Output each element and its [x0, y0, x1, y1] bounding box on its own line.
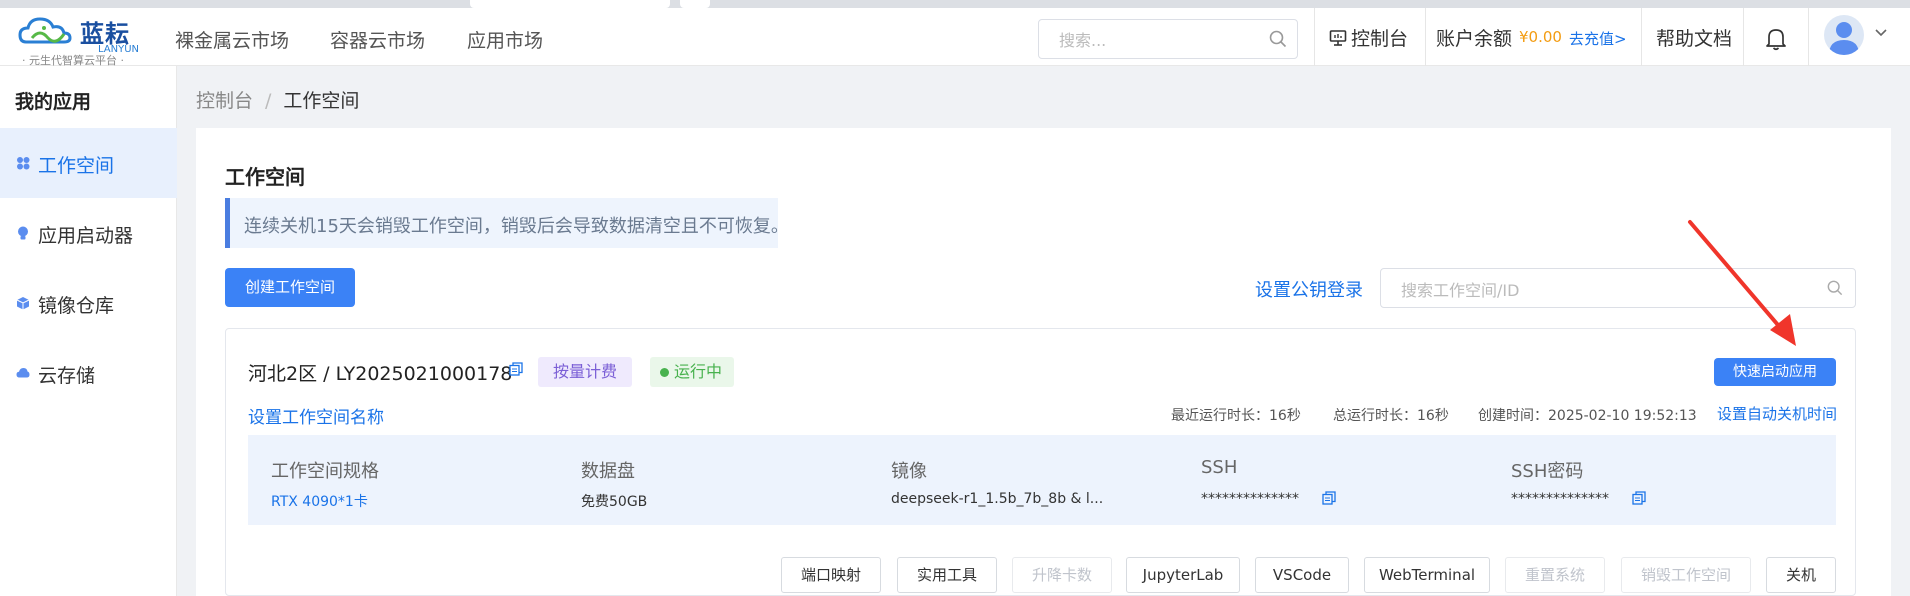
- billing-tag: 按量计费: [538, 357, 633, 387]
- status-dot-icon: [660, 368, 669, 377]
- global-search-input[interactable]: [1057, 28, 1261, 52]
- top-header: 蓝耘 LANYUN · 元生代智算云平台 · 裸金属云市场 容器云市场 应用市场…: [0, 0, 1910, 67]
- divider: [1743, 8, 1744, 66]
- port-mapping-button[interactable]: 端口映射: [781, 557, 881, 593]
- set-workspace-name-link[interactable]: 设置工作空间名称: [248, 403, 384, 428]
- bell-icon[interactable]: [1765, 27, 1787, 51]
- divider: [1641, 8, 1642, 66]
- recent-runtime: 最近运行时长：16秒: [1171, 408, 1301, 424]
- status-text: 运行中: [674, 362, 723, 381]
- quick-start-app-button[interactable]: 快速启动应用: [1714, 358, 1836, 386]
- ssh-password-label: SSH密码: [1511, 461, 1584, 482]
- notice-text: 连续关机15天会销毁工作空间，销毁后会导致数据清空且不可恢复。: [244, 216, 789, 237]
- create-workspace-button[interactable]: 创建工作空间: [225, 268, 355, 307]
- set-public-key-link[interactable]: 设置公钥登录: [1255, 276, 1363, 302]
- disk-label: 数据盘: [581, 461, 635, 482]
- workspace-card: 河北2区 / LY2025021000178 按量计费 运行中 快速启动应用 设…: [225, 328, 1856, 596]
- console-button[interactable]: 控制台: [1329, 24, 1408, 51]
- balance-amount: ¥0.00: [1519, 28, 1562, 46]
- sidebar-item-image-repo[interactable]: 镜像仓库: [0, 268, 177, 338]
- logo-cloud-icon: [18, 17, 72, 44]
- nav-bare-metal-market[interactable]: 裸金属云市场: [175, 26, 289, 53]
- sidebar-item-workspace[interactable]: 工作空间: [0, 128, 177, 198]
- ssh-value: **************: [1201, 491, 1299, 507]
- sidebar-item-label: 镜像仓库: [38, 295, 115, 317]
- cube-icon: [16, 297, 30, 310]
- breadcrumb-separator: /: [265, 90, 272, 112]
- workspace-icon: [17, 157, 30, 170]
- nav-app-market[interactable]: 应用市场: [467, 26, 543, 53]
- help-docs-link[interactable]: 帮助文档: [1656, 24, 1732, 51]
- sidebar-title: 我的应用: [15, 91, 92, 113]
- copy-icon[interactable]: [1632, 491, 1646, 505]
- destroy-workspace-button[interactable]: 销毁工作空间: [1621, 557, 1751, 593]
- image-label: 镜像: [891, 461, 927, 482]
- bulb-icon: [18, 226, 28, 240]
- global-search[interactable]: [1038, 19, 1298, 59]
- breadcrumb-console-link[interactable]: 控制台: [196, 90, 253, 112]
- scale-gpu-button[interactable]: 升降卡数: [1012, 557, 1112, 593]
- breadcrumb: 控制台 / 工作空间: [196, 86, 359, 113]
- jupyterlab-button[interactable]: JupyterLab: [1126, 557, 1240, 593]
- search-icon[interactable]: [1269, 30, 1287, 48]
- sidebar: 我的应用 工作空间 应用启动器 镜像仓库 云存储: [0, 66, 177, 596]
- ssh-password-value: **************: [1511, 491, 1609, 507]
- user-avatar-icon: [1829, 22, 1859, 55]
- divider: [1808, 8, 1809, 66]
- set-auto-shutdown-link[interactable]: 设置自动关机时间: [1717, 403, 1837, 424]
- browser-tab-strip: [0, 0, 1910, 8]
- ssh-label: SSH: [1201, 457, 1238, 478]
- vscode-button[interactable]: VSCode: [1255, 557, 1349, 593]
- browser-tab-close[interactable]: [680, 0, 710, 8]
- divider: [1425, 8, 1426, 66]
- spec-label: 工作空间规格: [271, 461, 379, 482]
- logo[interactable]: 蓝耘 LANYUN · 元生代智算云平台 ·: [18, 12, 139, 67]
- main-panel: 工作空间 连续关机15天会销毁工作空间，销毁后会导致数据清空且不可恢复。 创建工…: [196, 128, 1891, 596]
- copy-icon[interactable]: [1322, 491, 1336, 505]
- webterminal-button[interactable]: WebTerminal: [1364, 557, 1490, 593]
- created-time: 创建时间：2025-02-10 19:52:13: [1478, 408, 1697, 424]
- workspace-name: 河北2区 / LY2025021000178: [248, 363, 513, 385]
- utilities-button[interactable]: 实用工具: [897, 557, 997, 593]
- avatar[interactable]: [1824, 15, 1864, 55]
- page-title: 工作空间: [225, 165, 305, 189]
- shutdown-button[interactable]: 关机: [1766, 557, 1836, 593]
- sidebar-item-label: 云存储: [38, 365, 96, 387]
- cloud-icon: [16, 368, 30, 378]
- browser-tab[interactable]: [470, 0, 670, 8]
- recharge-link[interactable]: 去充值>: [1569, 28, 1627, 49]
- chevron-down-icon[interactable]: [1874, 28, 1888, 38]
- breadcrumb-current: 工作空间: [283, 90, 360, 112]
- sidebar-item-label: 工作空间: [38, 155, 115, 177]
- status-badge: 运行中: [650, 357, 735, 387]
- sidebar-item-app-launcher[interactable]: 应用启动器: [0, 198, 177, 268]
- notice-banner: 连续关机15天会销毁工作空间，销毁后会导致数据清空且不可恢复。: [225, 198, 789, 248]
- spec-value[interactable]: RTX 4090*1卡: [271, 491, 368, 511]
- total-runtime: 总运行时长：16秒: [1333, 408, 1449, 424]
- workspace-info-box: 工作空间规格 RTX 4090*1卡 数据盘 免费50GB 镜像 deepsee…: [248, 435, 1836, 525]
- copy-icon[interactable]: [509, 362, 523, 376]
- console-label: 控制台: [1351, 28, 1409, 50]
- search-icon[interactable]: [1827, 280, 1843, 296]
- divider: [1314, 8, 1315, 66]
- monitor-icon: [1329, 30, 1347, 46]
- disk-value: 免费50GB: [581, 494, 648, 510]
- red-arrow-annotation: [1688, 220, 1796, 346]
- image-value: deepseek-r1_1.5b_7b_8b & l...: [891, 491, 1104, 507]
- balance-label: 账户余额: [1436, 28, 1513, 50]
- sidebar-item-cloud-storage[interactable]: 云存储: [0, 338, 177, 408]
- nav-container-market[interactable]: 容器云市场: [330, 26, 425, 53]
- sidebar-item-label: 应用启动器: [38, 225, 134, 247]
- reset-system-button[interactable]: 重置系统: [1505, 557, 1605, 593]
